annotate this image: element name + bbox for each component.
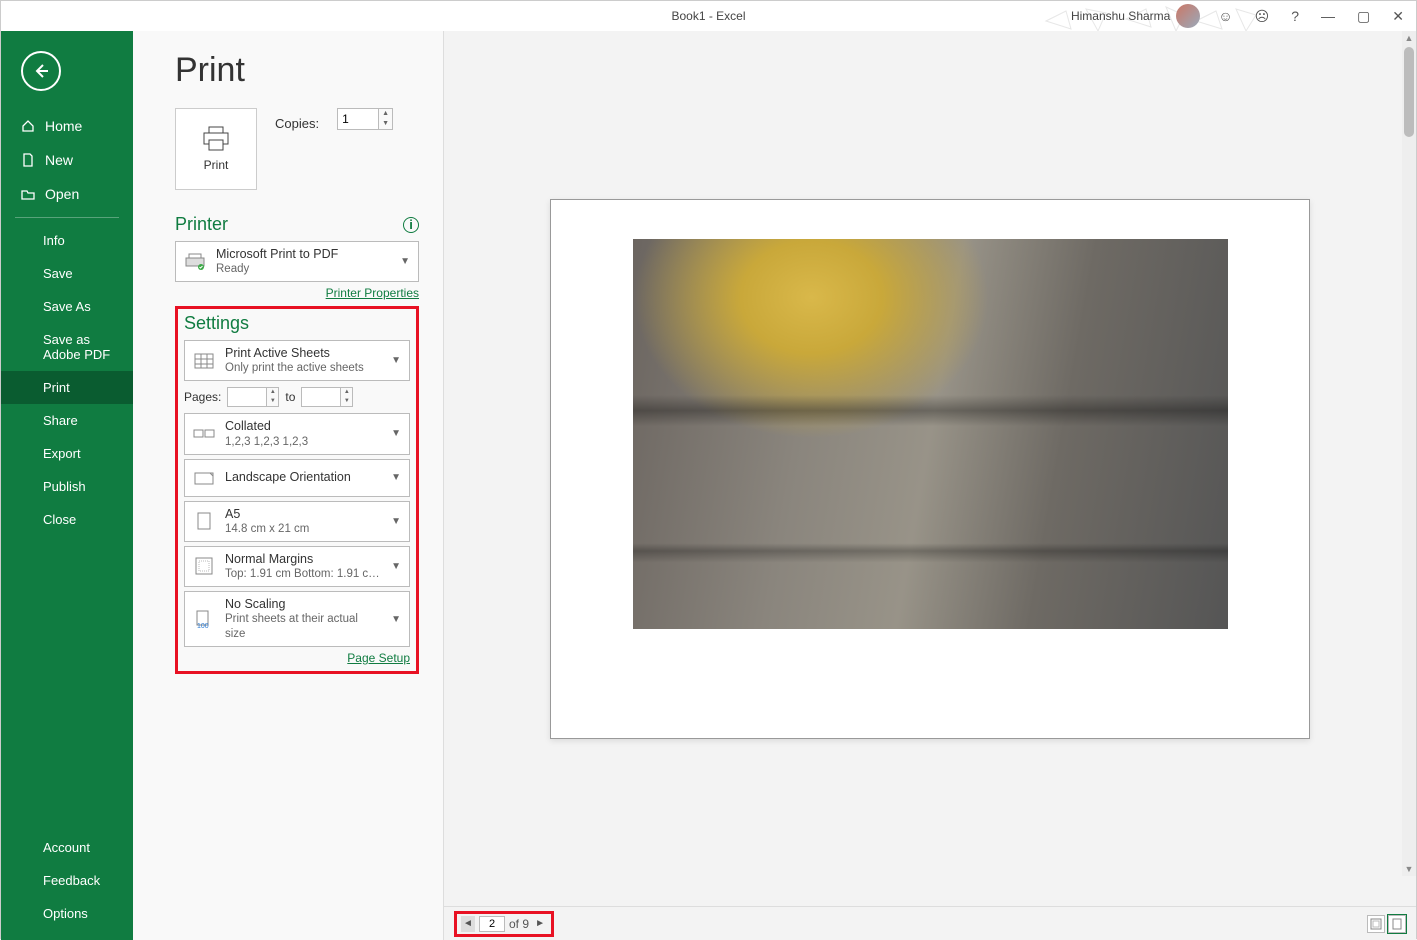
sidebar-item-share[interactable]: Share	[1, 404, 133, 437]
chevron-down-icon: ▼	[389, 614, 403, 625]
scrollbar-thumb[interactable]	[1404, 47, 1414, 137]
printer-dropdown[interactable]: Microsoft Print to PDF Ready ▼	[175, 241, 419, 282]
sidebar-item-print[interactable]: Print	[1, 371, 133, 404]
scaling-dropdown[interactable]: 100 No Scaling Print sheets at their act…	[184, 591, 410, 647]
title-bar: Book1 - Excel Himanshu Sharma ☺ ☹ ? — ▢ …	[1, 1, 1416, 31]
copies-label: Copies:	[275, 108, 319, 131]
sidebar-item-publish[interactable]: Publish	[1, 470, 133, 503]
sidebar-item-save-adobe-pdf[interactable]: Save as Adobe PDF	[1, 323, 133, 371]
collation-dropdown[interactable]: Collated 1,2,3 1,2,3 1,2,3 ▼	[184, 413, 410, 454]
margins-dropdown[interactable]: Normal Margins Top: 1.91 cm Bottom: 1.91…	[184, 546, 410, 587]
vertical-scrollbar[interactable]: ▲ ▼	[1402, 31, 1416, 876]
print-button-label: Print	[204, 158, 229, 172]
pages-from-spinner[interactable]: ▲▼	[227, 387, 279, 407]
pages-to-input[interactable]	[301, 387, 341, 407]
printer-properties-link[interactable]: Printer Properties	[326, 286, 419, 300]
chevron-down-icon: ▼	[389, 428, 403, 439]
sidebar-item-close[interactable]: Close	[1, 503, 133, 536]
copies-spinner[interactable]: ▲▼	[337, 108, 393, 130]
avatar	[1176, 4, 1200, 28]
sidebar-item-save-as[interactable]: Save As	[1, 290, 133, 323]
page-navigator-highlight: ◄ of 9 ►	[454, 911, 554, 937]
print-scope-dropdown[interactable]: Print Active Sheets Only print the activ…	[184, 340, 410, 381]
sidebar-item-label: Open	[45, 186, 79, 202]
page-total-label: of 9	[509, 917, 529, 931]
chevron-down-icon: ▼	[389, 516, 403, 527]
settings-highlight-box: Settings Print Active Sheets Only print …	[175, 306, 419, 674]
user-name: Himanshu Sharma	[1071, 9, 1170, 23]
info-icon[interactable]: i	[403, 217, 419, 233]
pages-to-label: to	[285, 390, 295, 404]
user-account[interactable]: Himanshu Sharma	[1071, 4, 1200, 28]
show-margins-button[interactable]	[1367, 915, 1385, 933]
chevron-down-icon: ▼	[389, 472, 403, 483]
page-title: Print	[175, 51, 419, 90]
sidebar-item-export[interactable]: Export	[1, 437, 133, 470]
spinner-up-icon[interactable]: ▲	[379, 109, 392, 119]
sidebar-item-home[interactable]: Home	[1, 109, 133, 143]
document-title: Book1 - Excel	[671, 9, 745, 23]
settings-heading: Settings	[184, 313, 249, 334]
paper-size-dropdown[interactable]: A5 14.8 cm x 21 cm ▼	[184, 501, 410, 542]
printer-heading: Printer	[175, 214, 228, 235]
pages-from-input[interactable]	[227, 387, 267, 407]
chevron-down-icon: ▼	[398, 256, 412, 267]
printer-icon	[201, 126, 231, 152]
print-options-panel: Print Print Copies: ▲▼ Printer i	[133, 31, 443, 940]
collated-icon	[191, 427, 217, 441]
help-icon[interactable]: ?	[1287, 8, 1303, 24]
sidebar-item-open[interactable]: Open	[1, 177, 133, 211]
restore-button[interactable]: ▢	[1353, 8, 1374, 25]
scaling-icon: 100	[191, 609, 217, 629]
sheets-icon	[191, 352, 217, 370]
close-button[interactable]: ✕	[1388, 8, 1408, 25]
back-button[interactable]	[21, 51, 61, 91]
printer-device-icon	[182, 253, 208, 271]
pages-label: Pages:	[184, 390, 221, 404]
smiley-icon[interactable]: ☺	[1214, 8, 1236, 24]
printer-status: Ready	[216, 262, 390, 277]
sidebar-item-options[interactable]: Options	[1, 897, 133, 930]
chevron-down-icon: ▼	[389, 561, 403, 572]
current-page-input[interactable]	[479, 916, 505, 932]
new-icon	[21, 153, 35, 167]
minimize-button[interactable]: —	[1317, 8, 1339, 24]
sidebar-item-account[interactable]: Account	[1, 831, 133, 864]
home-icon	[21, 119, 35, 133]
print-button[interactable]: Print	[175, 108, 257, 190]
open-icon	[21, 187, 35, 201]
backstage-sidebar: Home New Open Info Save Save As Save as …	[1, 31, 133, 940]
sidebar-item-label: Home	[45, 118, 82, 134]
sidebar-item-save[interactable]: Save	[1, 257, 133, 290]
sad-icon[interactable]: ☹	[1251, 8, 1274, 25]
pages-to-spinner[interactable]: ▲▼	[301, 387, 353, 407]
orientation-dropdown[interactable]: Landscape Orientation ▼	[184, 459, 410, 497]
landscape-icon	[191, 470, 217, 486]
zoom-to-page-button[interactable]	[1388, 915, 1406, 933]
sidebar-item-new[interactable]: New	[1, 143, 133, 177]
preview-image-placeholder	[633, 239, 1228, 629]
prev-page-button[interactable]: ◄	[461, 916, 475, 932]
copies-input[interactable]	[337, 108, 379, 130]
scroll-down-icon[interactable]: ▼	[1403, 864, 1415, 874]
sidebar-item-feedback[interactable]: Feedback	[1, 864, 133, 897]
printer-name: Microsoft Print to PDF	[216, 246, 390, 262]
sidebar-item-label: New	[45, 152, 73, 168]
svg-text:100: 100	[197, 623, 209, 629]
chevron-down-icon: ▼	[389, 355, 403, 366]
page-setup-link[interactable]: Page Setup	[347, 651, 410, 665]
paper-icon	[191, 511, 217, 531]
spinner-down-icon[interactable]: ▼	[379, 119, 392, 129]
sidebar-item-info[interactable]: Info	[1, 224, 133, 257]
page-preview	[550, 199, 1310, 739]
margins-icon	[191, 556, 217, 576]
scroll-up-icon[interactable]: ▲	[1403, 33, 1415, 43]
next-page-button[interactable]: ►	[533, 916, 547, 932]
print-preview-area: ▲ ▼ ◄ of 9 ►	[443, 31, 1416, 940]
